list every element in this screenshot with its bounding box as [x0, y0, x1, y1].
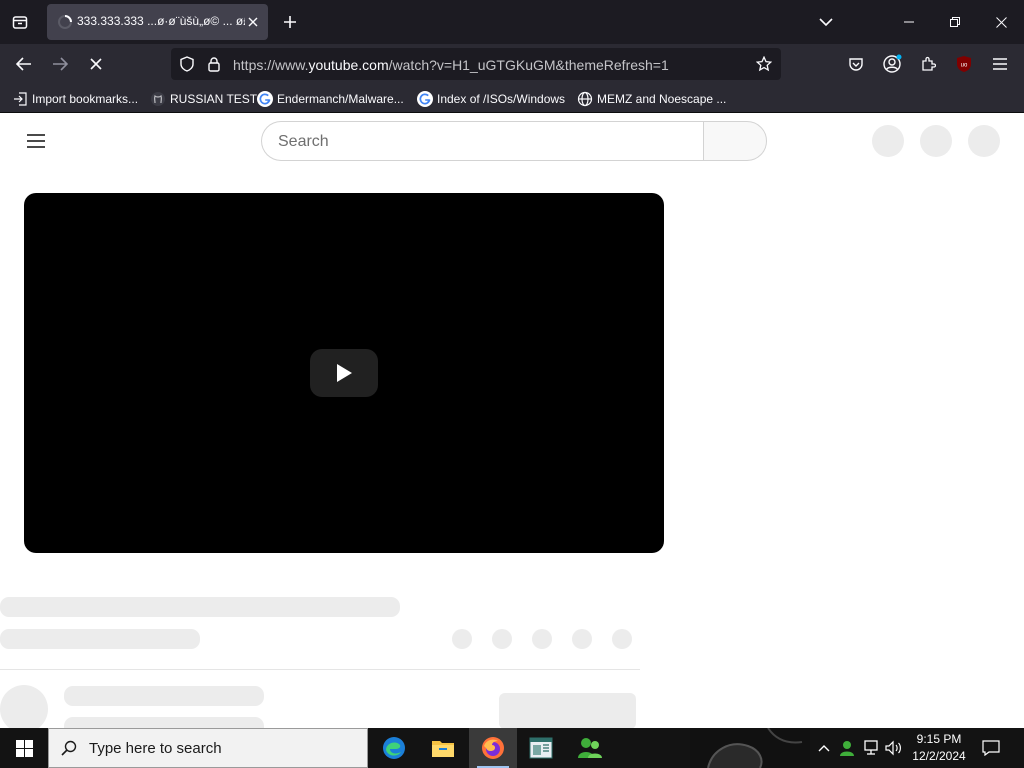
subscribe-skeleton: [499, 693, 636, 728]
channel-subs-skeleton: [64, 717, 264, 728]
stop-loading-button[interactable]: [81, 49, 111, 79]
bookmark-label: MEMZ and Noescape ...: [597, 92, 727, 106]
tab-title: 333.333.333 ...ø·ø¨ùšù„ø© ... ø£ø: [77, 14, 245, 28]
file-explorer-icon[interactable]: [419, 728, 467, 768]
channel-avatar-skeleton: [0, 685, 48, 728]
play-button[interactable]: [310, 349, 378, 397]
user-tray-icon[interactable]: [837, 738, 857, 758]
pocket-icon[interactable]: [844, 52, 868, 76]
address-bar[interactable]: https://www.youtube.com/watch?v=H1_uGTGK…: [171, 48, 781, 80]
minimize-button[interactable]: [886, 0, 932, 44]
action-skeleton: [572, 629, 592, 649]
action-skeleton: [612, 629, 632, 649]
forward-button[interactable]: [45, 49, 75, 79]
document-app-icon[interactable]: [517, 728, 565, 768]
google-icon: [257, 91, 273, 107]
url-prefix: https://www.: [233, 57, 309, 73]
create-button-placeholder[interactable]: [872, 125, 904, 157]
action-skeleton: [532, 629, 552, 649]
tab-strip: 333.333.333 ...ø·ø¨ùšù„ø© ... ø£ø: [0, 0, 1024, 44]
notifications-button-placeholder[interactable]: [920, 125, 952, 157]
navigation-toolbar: https://www.youtube.com/watch?v=H1_uGTGK…: [0, 44, 1024, 84]
system-clock[interactable]: 9:15 PM 12/2/2024: [904, 731, 974, 765]
search-button[interactable]: [703, 121, 767, 161]
ublock-origin-icon[interactable]: uo: [952, 52, 976, 76]
close-tab-icon[interactable]: [244, 13, 262, 31]
channel-name-skeleton: [64, 686, 264, 706]
google-icon: [417, 91, 433, 107]
list-all-tabs-icon[interactable]: [6, 8, 34, 36]
title-skeleton: [0, 597, 400, 617]
taskbar: Type here to search 9:15 PM 12/2/2024: [0, 728, 1024, 768]
play-icon: [337, 364, 352, 382]
restore-button[interactable]: [932, 0, 978, 44]
avatar-placeholder[interactable]: [968, 125, 1000, 157]
extensions-icon[interactable]: [916, 52, 940, 76]
browser-tab[interactable]: 333.333.333 ...ø·ø¨ùšù„ø© ... ø£ø: [47, 4, 268, 40]
url-path: /watch?v=H1_uGTGKuGM&themeRefresh=1: [388, 57, 669, 73]
guide-menu-icon[interactable]: [22, 129, 50, 153]
search-placeholder: Search: [278, 133, 329, 150]
windows-start-icon[interactable]: [0, 728, 48, 768]
firefox-icon[interactable]: [469, 728, 517, 768]
globe-icon: [577, 91, 593, 107]
menu-icon[interactable]: [988, 52, 1012, 76]
desktop-background: [690, 728, 810, 768]
bookmark-star-icon[interactable]: [756, 56, 772, 72]
new-tab-button[interactable]: [276, 8, 304, 36]
taskbar-search-text: Type here to search: [89, 740, 222, 757]
video-player[interactable]: [24, 193, 664, 553]
network-icon[interactable]: [861, 738, 881, 758]
volume-icon[interactable]: [884, 738, 904, 758]
action-skeleton: [492, 629, 512, 649]
meta-skeleton: [0, 629, 200, 649]
bookmark-russian-test[interactable]: RUSSIAN TEST: [150, 90, 257, 108]
bookmark-label: Index of /ISOs/Windows: [437, 92, 566, 106]
show-hidden-icons-chevron-icon[interactable]: [814, 738, 834, 758]
notifications-icon[interactable]: [976, 728, 1006, 768]
close-window-button[interactable]: [978, 0, 1024, 44]
github-icon: [150, 91, 166, 107]
bookmark-label: RUSSIAN TEST: [170, 92, 258, 106]
bookmark-index-isos[interactable]: Index of /ISOs/Windows: [417, 90, 565, 108]
back-button[interactable]: [9, 49, 39, 79]
bookmark-import[interactable]: Import bookmarks...: [12, 90, 138, 108]
account-icon[interactable]: [880, 52, 904, 76]
taskbar-search-box[interactable]: Type here to search: [48, 728, 368, 768]
divider: [0, 669, 640, 670]
bookmark-endermanch[interactable]: Endermanch/Malware...: [257, 90, 404, 108]
clock-date: 12/2/2024: [912, 749, 966, 763]
bookmarks-toolbar: Import bookmarks... RUSSIAN TEST Enderma…: [0, 84, 1024, 113]
svg-text:uo: uo: [961, 63, 968, 69]
page-content: Search: [0, 113, 1024, 728]
people-app-icon[interactable]: [566, 728, 614, 768]
search-icon: [61, 740, 77, 756]
search-input[interactable]: Search: [261, 121, 704, 161]
bookmark-label: Endermanch/Malware...: [277, 92, 404, 106]
lock-icon[interactable]: [206, 56, 222, 72]
bookmark-label: Import bookmarks...: [32, 92, 139, 106]
edge-icon[interactable]: [370, 728, 418, 768]
bookmark-memz[interactable]: MEMZ and Noescape ...: [577, 90, 726, 108]
clock-time: 9:15 PM: [916, 732, 962, 746]
url-host: youtube.com: [308, 57, 389, 73]
action-skeleton: [452, 629, 472, 649]
chevron-down-icon[interactable]: [812, 8, 840, 36]
url-text[interactable]: https://www.youtube.com/watch?v=H1_uGTGK…: [233, 57, 669, 73]
import-icon: [12, 91, 28, 107]
shield-icon[interactable]: [179, 56, 195, 72]
loading-spinner-icon: [58, 15, 72, 29]
